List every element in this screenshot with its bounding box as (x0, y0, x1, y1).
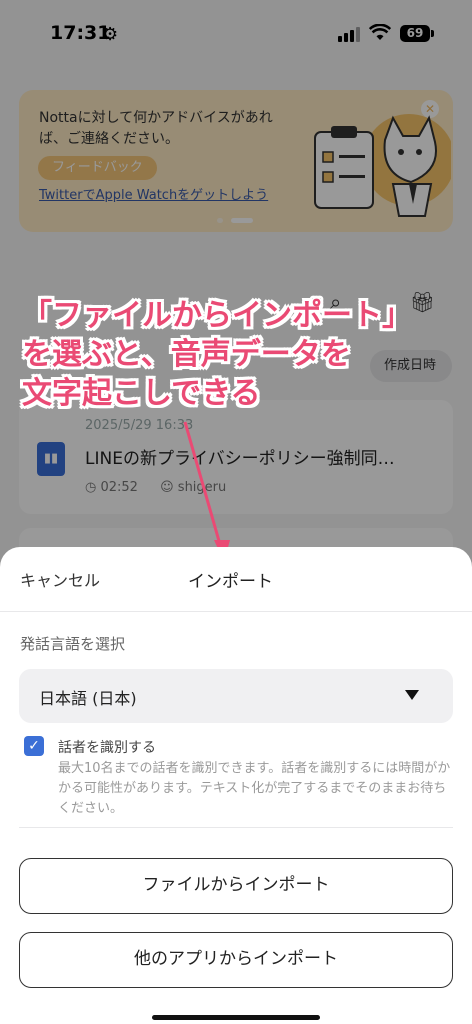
annotation-line-2: を選ぶと、音声データを (22, 337, 351, 372)
annotation-line-1: 「ファイルからインポート」 (22, 298, 412, 333)
caret-down-icon (405, 690, 419, 700)
speaker-label: 話者を識別する (58, 740, 156, 756)
import-sheet: キャンセル インポート 発話言語を選択 日本語 (日本) ✓ 話者を識別する 最… (0, 547, 472, 1024)
import-file-button[interactable]: ファイルからインポート (19, 858, 453, 914)
language-value: 日本語 (日本) (39, 689, 137, 708)
cancel-button[interactable]: キャンセル (20, 567, 100, 591)
divider (19, 827, 453, 828)
home-indicator (152, 1015, 320, 1020)
screen: 17:31 ⚙ 69 Nottaに対して何かアドバイスがあれば、ご連絡ください。… (0, 0, 472, 1024)
annotation-line-3: 文字起こしできる (22, 376, 261, 411)
speaker-description: 最大10名までの話者を識別できます。話者を識別するには時間がかかる可能性がありま… (58, 761, 451, 816)
language-select[interactable]: 日本語 (日本) (19, 669, 453, 723)
import-other-app-button[interactable]: 他のアプリからインポート (19, 932, 453, 988)
divider (0, 611, 472, 612)
sheet-title: インポート (188, 572, 273, 592)
language-label: 発話言語を選択 (20, 635, 126, 653)
speaker-checkbox[interactable]: ✓ (24, 736, 44, 756)
